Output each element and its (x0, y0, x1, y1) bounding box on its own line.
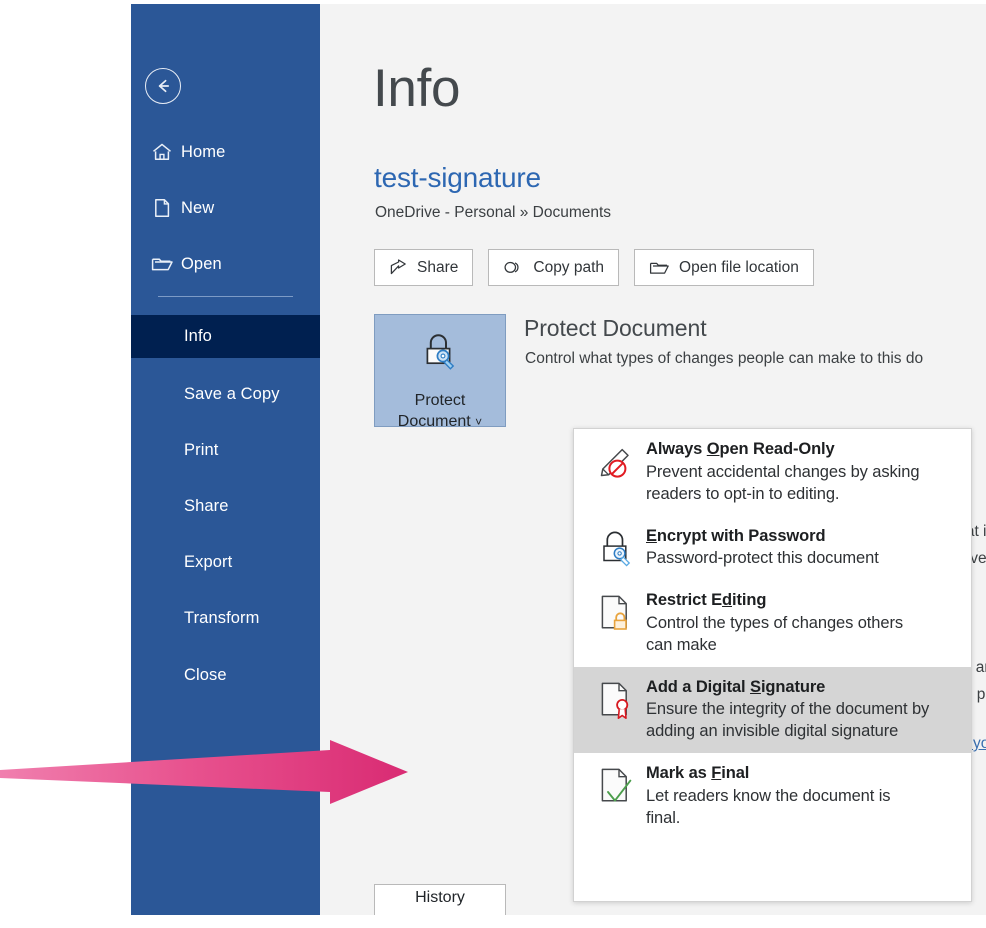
menu-item-description: Password-protect this document (646, 549, 879, 568)
menu-item-encrypt-with-password[interactable]: Encrypt with Password Password-protect t… (574, 516, 971, 581)
protect-document-button[interactable]: Protect Document ˅ (374, 314, 506, 430)
sidebar-item-label: Open (181, 254, 222, 273)
sidebar-item-label: Info (184, 327, 212, 345)
page-title: Info (373, 59, 461, 118)
sidebar-item-print[interactable]: Print (131, 429, 320, 472)
menu-item-title: Add a Digital Signature (646, 678, 825, 696)
sidebar-item-open[interactable]: Open (131, 244, 320, 284)
protect-document-dropdown-menu: Always Open Read-Only Prevent accidental… (573, 428, 972, 902)
link-icon (503, 260, 524, 275)
title-accelerator: d (722, 591, 733, 610)
protect-document-description: Control what types of changes people can… (525, 350, 924, 367)
sidebar-item-label: New (181, 198, 215, 217)
title-pre: Mark as (646, 764, 712, 783)
title-accelerator: S (750, 677, 761, 696)
menu-item-title: Encrypt with Password (646, 526, 826, 545)
protect-label-line2: Document (397, 413, 471, 431)
sidebar-item-share[interactable]: Share (131, 485, 320, 528)
menu-item-description: Prevent accidental changes by asking rea… (646, 462, 920, 503)
pencil-no-edit-icon (590, 439, 644, 484)
nav-divider (158, 296, 293, 297)
menu-item-always-open-read-only[interactable]: Always Open Read-Only Prevent accidental… (574, 429, 971, 516)
copy-path-button-label: Copy path (533, 258, 605, 276)
menu-item-restrict-editing[interactable]: Restrict Editing Control the types of ch… (574, 580, 971, 667)
title-accelerator: O (706, 440, 720, 458)
home-icon (143, 141, 181, 163)
info-pane: Info test-signature OneDrive - Personal … (320, 4, 986, 915)
menu-item-title: Always Open Read-Only (646, 440, 835, 458)
sidebar-item-close[interactable]: Close (131, 654, 320, 697)
title-post: ncrypt with Password (656, 526, 826, 545)
title-accelerator: E (646, 526, 657, 545)
sidebar-item-transform[interactable]: Transform (131, 597, 320, 640)
title-post: pen Read-Only (719, 440, 835, 458)
lock-with-key-icon (417, 331, 463, 380)
new-document-icon (143, 197, 181, 219)
protect-document-button-label: Protect Document ˅ (398, 390, 482, 432)
menu-item-title: Restrict Editing (646, 591, 766, 609)
menu-item-description: Let readers know the document is final. (646, 786, 891, 827)
open-folder-icon (143, 253, 181, 275)
copy-path-button[interactable]: Copy path (488, 249, 620, 286)
menu-item-add-a-digital-signature[interactable]: Add a Digital Signature Ensure the integ… (574, 666, 971, 754)
sidebar-item-label: Share (184, 497, 229, 515)
file-actions-row: Share Copy path Open file location (374, 249, 814, 286)
title-post: inal (721, 764, 750, 783)
document-green-check-icon (590, 763, 644, 808)
sidebar-item-label: Save a Copy (184, 385, 280, 403)
chevron-down-icon: ˅ (475, 415, 483, 430)
menu-item-title: Mark as Final (646, 764, 749, 782)
share-button[interactable]: Share (374, 249, 474, 286)
sidebar-item-label: Export (184, 553, 233, 571)
document-name: test-signature (374, 162, 541, 193)
title-accelerator: F (711, 764, 722, 783)
menu-item-mark-as-final[interactable]: Mark as Final Let readers know the docum… (574, 753, 971, 840)
title-pre: Restrict E (646, 591, 723, 610)
back-arrow-circle-icon[interactable] (145, 68, 181, 104)
sidebar-item-label: Close (184, 666, 227, 684)
pink-pointer-arrow-icon (0, 740, 408, 804)
screenshot-root: Home New Open Info Save a Copy Print Sha… (0, 0, 986, 928)
title-pre: Always (646, 440, 707, 458)
menu-item-description: Ensure the integrity of the document by … (646, 700, 930, 741)
document-orange-lock-icon (590, 590, 644, 635)
title-post: iting (732, 591, 767, 610)
folder-icon (649, 260, 670, 276)
sidebar-item-save-a-copy[interactable]: Save a Copy (131, 373, 320, 416)
sidebar-item-info[interactable]: Info (131, 315, 320, 358)
title-pre: Add a Digital (646, 677, 751, 696)
sidebar-item-label: Print (184, 441, 219, 459)
title-post: ignature (760, 677, 826, 696)
share-icon (389, 259, 408, 276)
open-file-location-button[interactable]: Open file location (634, 249, 814, 286)
open-file-location-button-label: Open file location (679, 258, 799, 276)
sidebar-item-label: Transform (184, 609, 260, 627)
protect-document-heading: Protect Document (524, 315, 707, 341)
sidebar-item-new[interactable]: New (131, 188, 320, 228)
protect-label-line1: Protect (414, 392, 466, 409)
document-red-seal-icon (590, 677, 644, 724)
sidebar-item-label: Home (181, 142, 226, 161)
share-button-label: Share (417, 258, 459, 276)
menu-item-description: Control the types of changes others can … (646, 613, 903, 654)
document-path: OneDrive - Personal » Documents (375, 204, 612, 221)
sidebar-item-home[interactable]: Home (131, 132, 320, 172)
sidebar-item-export[interactable]: Export (131, 541, 320, 584)
lock-with-key-icon (590, 526, 644, 569)
history-button[interactable]: History (374, 884, 506, 915)
